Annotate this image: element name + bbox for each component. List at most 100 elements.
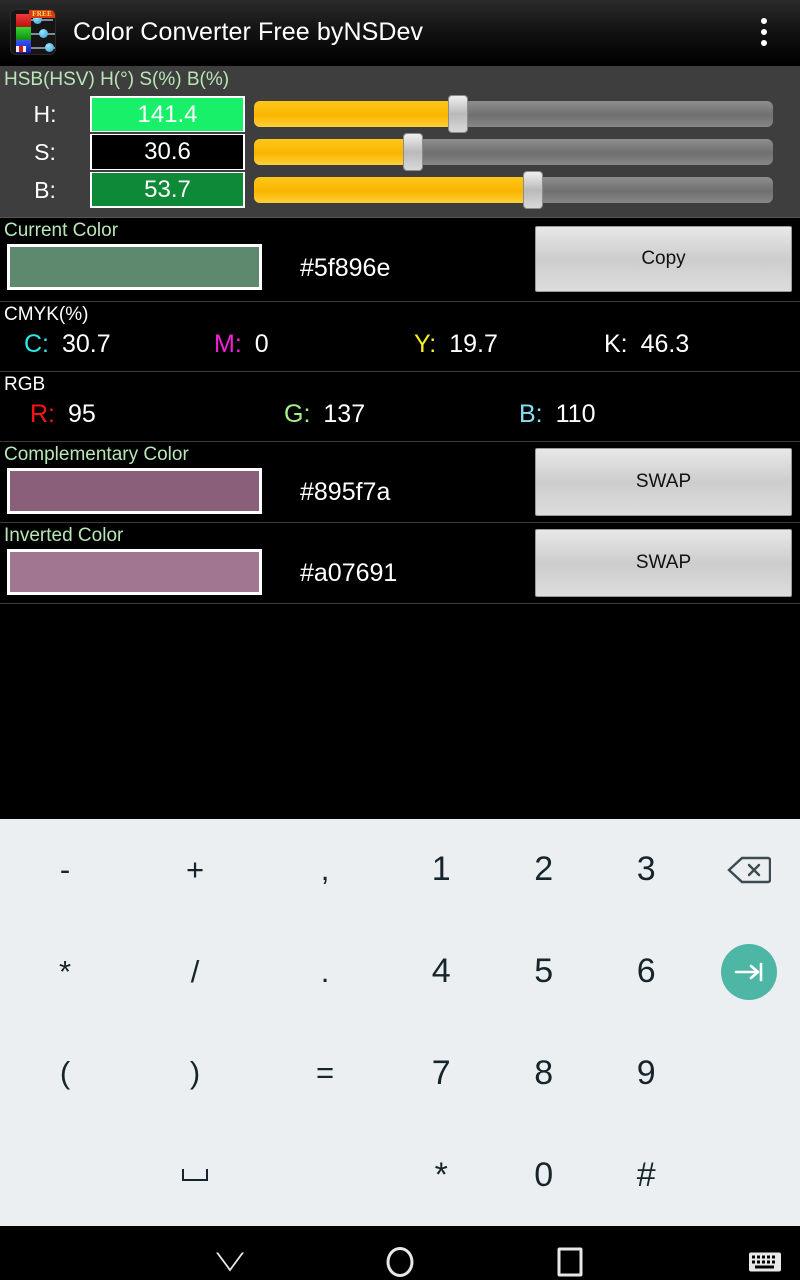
keyboard-symbol-pad: - + , * / . ( ) = (0, 819, 390, 1226)
home-icon[interactable] (386, 1247, 414, 1277)
saturation-slider[interactable] (254, 133, 773, 171)
app-title: Color Converter Free byNSDev (73, 17, 424, 46)
backspace-icon (726, 855, 771, 885)
hue-label: H: (33, 100, 57, 127)
hsb-row-hue: H: 141.4 (0, 95, 800, 133)
inverted-color-hex[interactable]: #a07691 (300, 559, 397, 588)
free-badge: FREE (29, 10, 55, 18)
inverted-color-section: Inverted Color #a07691 SWAP (0, 523, 800, 604)
key-hash[interactable]: # (595, 1124, 698, 1226)
inverted-color-swatch[interactable] (7, 549, 262, 595)
key-slash[interactable]: / (130, 921, 260, 1023)
key-5[interactable]: 5 (493, 921, 596, 1023)
space-icon (182, 1169, 208, 1182)
current-color-swatch[interactable] (7, 244, 262, 290)
brightness-input[interactable]: 53.7 (90, 172, 245, 208)
key-enter[interactable] (698, 921, 800, 1023)
cmyk-value-y: 19.7 (449, 330, 498, 358)
rgb-key-b: B: (519, 400, 543, 428)
key-1[interactable]: 1 (390, 819, 493, 921)
complementary-color-hex[interactable]: #895f7a (300, 478, 390, 507)
key-6[interactable]: 6 (595, 921, 698, 1023)
key-asterisk-left[interactable]: * (0, 921, 130, 1023)
back-icon-inner (216, 1249, 244, 1269)
enter-tab-icon (720, 943, 777, 1000)
on-screen-keyboard: - + , * / . ( ) = 1 2 3 4 5 6 7 8 9 * 0 … (0, 819, 800, 1226)
key-blank-3 (698, 1023, 800, 1125)
hsb-row-saturation: S: 30.6 (0, 133, 800, 171)
cmyk-cell-k: K: 46.3 (604, 330, 689, 359)
key-2[interactable]: 2 (493, 819, 596, 921)
cmyk-value-c: 30.7 (62, 330, 111, 358)
key-equals[interactable]: = (260, 1023, 390, 1125)
key-7[interactable]: 7 (390, 1023, 493, 1125)
keyboard-number-pad: 1 2 3 4 5 6 7 8 9 * 0 # (390, 819, 800, 1226)
key-period[interactable]: . (260, 921, 390, 1023)
rgb-key-g: G: (284, 400, 311, 428)
key-blank-1 (0, 1124, 130, 1226)
saturation-label: S: (34, 138, 56, 165)
cmyk-header-label: CMYK(%) (4, 304, 89, 325)
overflow-menu-icon[interactable] (755, 12, 773, 52)
key-paren-close[interactable]: ) (130, 1023, 260, 1125)
rgb-cell-g: G: 137 (284, 400, 519, 429)
hue-slider-thumb[interactable] (447, 95, 468, 133)
cmyk-value-m: 0 (254, 330, 269, 358)
saturation-input[interactable]: 30.6 (90, 134, 245, 170)
complementary-color-section: Complementary Color #895f7a SWAP (0, 442, 800, 523)
cmyk-cell-c: C: 30.7 (24, 330, 214, 359)
key-space[interactable] (130, 1124, 260, 1226)
saturation-slider-thumb[interactable] (402, 133, 423, 171)
inverted-swap-button[interactable]: SWAP (535, 529, 792, 597)
key-backspace[interactable] (698, 819, 800, 921)
complementary-color-swatch[interactable] (7, 468, 262, 514)
key-9[interactable]: 9 (595, 1023, 698, 1125)
cmyk-value-k: 46.3 (640, 330, 690, 358)
current-color-section: Current Color #5f896e Copy (0, 218, 800, 302)
current-color-hex[interactable]: #5f896e (300, 254, 390, 283)
brightness-slider[interactable] (254, 171, 773, 209)
key-paren-open[interactable]: ( (0, 1023, 130, 1125)
hsb-panel: HSB(HSV) H(°) S(%) B(%) H: 141.4 S: 30.6… (0, 66, 800, 218)
key-plus[interactable]: + (130, 819, 260, 921)
copy-button[interactable]: Copy (535, 226, 792, 292)
key-4[interactable]: 4 (390, 921, 493, 1023)
cmyk-cell-y: Y: 19.7 (414, 330, 604, 359)
recents-icon[interactable] (557, 1247, 583, 1277)
rgb-value-g: 137 (323, 400, 366, 428)
rgb-value-b: 110 (555, 400, 596, 428)
cmyk-cell-m: M: 0 (214, 330, 414, 359)
key-minus[interactable]: - (0, 819, 130, 921)
key-0[interactable]: 0 (493, 1124, 596, 1226)
hue-input[interactable]: 141.4 (90, 96, 245, 132)
complementary-swap-button[interactable]: SWAP (535, 448, 792, 516)
key-asterisk[interactable]: * (390, 1124, 493, 1226)
rgb-header-label: RGB (4, 374, 46, 395)
empty-area (0, 604, 800, 819)
brightness-label: B: (34, 176, 56, 203)
keyboard-icon[interactable] (748, 1251, 782, 1274)
rgb-section: RGB R: 95 G: 137 B: 110 (0, 372, 800, 442)
hsb-header-label: HSB(HSV) H(°) S(%) B(%) (4, 69, 230, 90)
hsb-row-brightness: B: 53.7 (0, 171, 800, 209)
rgb-values-row: R: 95 G: 137 B: 110 (0, 396, 800, 435)
hue-slider[interactable] (254, 95, 773, 133)
key-blank-2 (260, 1124, 390, 1226)
system-navigation-bar (0, 1226, 800, 1280)
brightness-slider-thumb[interactable] (522, 171, 543, 209)
rgb-value-r: 95 (68, 400, 96, 428)
app-bar: FREE Color Converter Free byNSDev (0, 0, 800, 66)
app-logo-icon: FREE (10, 9, 56, 55)
cmyk-section: CMYK(%) C: 30.7 M: 0 Y: 19.7 K: 46.3 (0, 302, 800, 372)
cmyk-key-m: M: (214, 330, 242, 358)
cmyk-key-k: K: (604, 330, 628, 358)
key-comma[interactable]: , (260, 819, 390, 921)
key-8[interactable]: 8 (493, 1023, 596, 1125)
key-3[interactable]: 3 (595, 819, 698, 921)
cmyk-key-c: C: (24, 330, 49, 358)
cmyk-values-row: C: 30.7 M: 0 Y: 19.7 K: 46.3 (0, 326, 800, 365)
rgb-cell-b: B: 110 (519, 400, 595, 429)
rgb-cell-r: R: 95 (30, 400, 284, 429)
rgb-key-r: R: (30, 400, 55, 428)
key-blank-4 (698, 1124, 800, 1226)
